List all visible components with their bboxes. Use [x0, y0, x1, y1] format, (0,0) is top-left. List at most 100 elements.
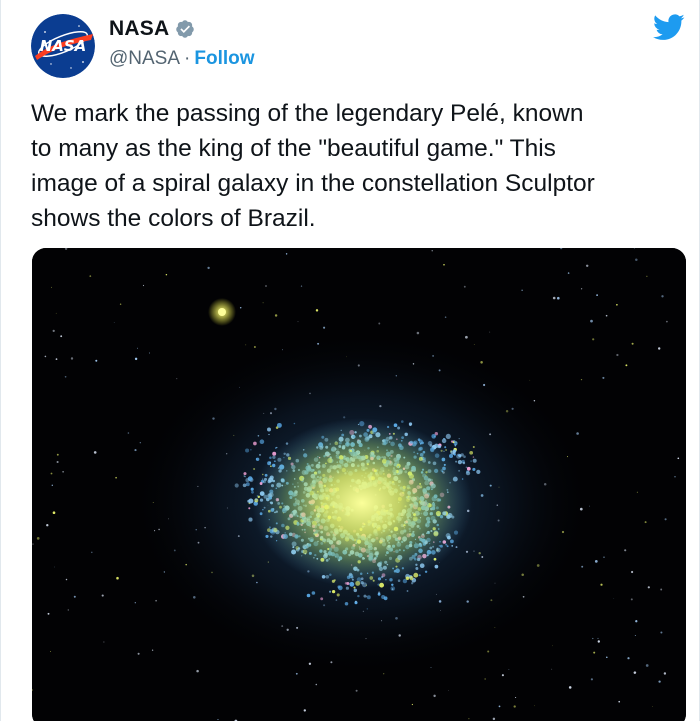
background-star	[590, 319, 593, 323]
background-star	[657, 347, 661, 350]
background-star	[303, 709, 306, 712]
background-star	[508, 669, 510, 670]
background-star	[155, 599, 157, 602]
background-star	[93, 451, 97, 454]
background-star	[137, 652, 140, 655]
background-star	[91, 551, 93, 554]
background-star	[46, 524, 49, 527]
background-star	[556, 296, 560, 300]
author-handle[interactable]: @NASA	[109, 48, 180, 70]
background-star	[274, 314, 278, 317]
background-star	[127, 432, 130, 434]
tweet-card: NASA NASA @NASA · Follow We mark the pas…	[0, 0, 700, 721]
background-star	[567, 272, 570, 274]
galaxy-star	[411, 582, 414, 585]
background-star	[613, 598, 615, 599]
background-star	[443, 264, 445, 266]
background-star	[616, 353, 619, 357]
galaxy-star	[242, 483, 247, 488]
background-star	[315, 309, 319, 312]
background-star	[624, 549, 627, 552]
background-star	[115, 476, 117, 479]
background-star	[602, 376, 605, 379]
background-star	[473, 344, 475, 345]
background-star	[103, 641, 105, 643]
galaxy-star	[247, 499, 251, 503]
background-star	[196, 669, 199, 673]
background-star	[645, 664, 649, 667]
background-star	[245, 344, 247, 346]
background-star	[285, 253, 288, 255]
background-star	[295, 672, 298, 675]
background-star	[67, 609, 69, 611]
background-star	[663, 672, 667, 675]
background-star	[634, 635, 636, 637]
background-star	[33, 250, 36, 252]
galaxy-star	[248, 507, 251, 510]
galaxy-star	[444, 438, 446, 440]
galaxy-star	[253, 441, 257, 446]
background-star	[444, 316, 447, 318]
background-star	[139, 442, 141, 444]
background-star	[616, 303, 618, 306]
galaxy-star	[245, 482, 250, 487]
galaxy-star	[406, 590, 409, 592]
galaxy-star	[355, 600, 357, 603]
background-star	[134, 357, 138, 361]
background-star	[70, 357, 74, 360]
background-star	[513, 705, 516, 708]
tweet-media-image[interactable]	[32, 248, 686, 721]
galaxy-star	[469, 450, 474, 455]
handle-separator: ·	[184, 48, 191, 69]
galaxy-star	[466, 466, 471, 471]
background-star	[50, 472, 53, 475]
background-star	[52, 511, 56, 515]
galaxy-star	[476, 469, 481, 475]
background-star	[568, 686, 572, 689]
background-star	[593, 651, 596, 654]
background-star	[262, 302, 264, 304]
galaxy-star	[253, 467, 256, 471]
background-star	[60, 335, 63, 338]
background-star	[600, 583, 603, 586]
background-star	[142, 284, 145, 287]
background-star	[300, 285, 303, 287]
galaxy-star	[363, 594, 367, 598]
background-star	[431, 250, 433, 252]
background-star	[592, 637, 594, 640]
galaxy-star	[433, 435, 436, 438]
background-star	[55, 312, 57, 314]
background-star	[674, 476, 676, 478]
author-display-name[interactable]: NASA	[109, 17, 169, 41]
background-star	[644, 521, 647, 524]
background-star	[73, 595, 76, 598]
background-star	[55, 358, 58, 360]
galaxy-star	[245, 478, 250, 483]
background-star	[492, 717, 496, 721]
avatar[interactable]: NASA	[31, 14, 95, 78]
background-star	[660, 631, 663, 634]
background-star	[658, 680, 661, 683]
background-star	[489, 331, 491, 333]
background-star	[635, 258, 638, 261]
verified-badge-icon	[176, 20, 195, 38]
galaxy-star	[472, 456, 475, 458]
background-star	[54, 566, 55, 568]
galaxy-star	[311, 591, 316, 595]
background-star	[265, 285, 267, 287]
background-star	[647, 586, 650, 589]
galaxy-star	[366, 595, 371, 600]
galaxy-star	[259, 439, 265, 444]
background-star	[652, 705, 653, 707]
background-star	[605, 314, 608, 317]
galaxy-star	[391, 588, 394, 590]
follow-button[interactable]: Follow	[194, 48, 254, 70]
background-star	[501, 674, 504, 677]
galaxy-star	[244, 475, 246, 478]
background-star	[581, 565, 584, 568]
background-star	[594, 560, 598, 563]
background-star	[592, 338, 595, 341]
twitter-bird-icon[interactable]	[653, 14, 685, 41]
galaxy-star	[450, 440, 454, 443]
background-star	[355, 689, 358, 692]
